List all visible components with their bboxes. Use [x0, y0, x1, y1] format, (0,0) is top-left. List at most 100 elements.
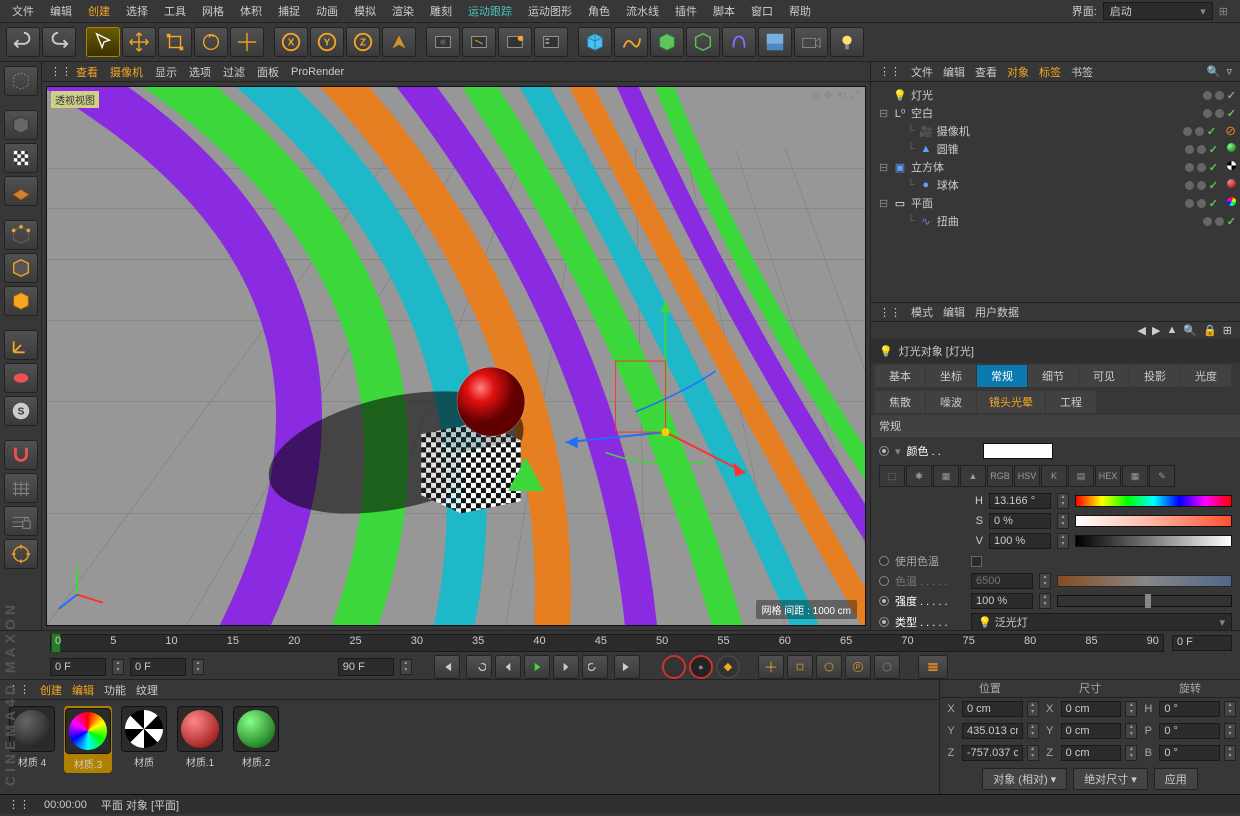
lock-workplane-button[interactable] — [4, 506, 38, 536]
object-row[interactable]: ⊟L⁰空白✓ — [871, 104, 1240, 122]
next-frame-button[interactable] — [553, 655, 579, 679]
visibility-check[interactable]: ✓ — [1207, 125, 1216, 138]
spinner[interactable]: ▴▾ — [400, 659, 412, 675]
menu-模拟[interactable]: 模拟 — [346, 1, 384, 21]
add-deformer-button[interactable] — [722, 27, 756, 57]
spinner[interactable]: ▴▾ — [1224, 701, 1236, 717]
mat-menu[interactable]: 创建 — [40, 682, 62, 698]
sat-field[interactable] — [989, 513, 1051, 529]
object-row[interactable]: └∿扭曲✓ — [871, 212, 1240, 230]
make-editable-button[interactable] — [4, 66, 38, 96]
layer-dot[interactable] — [1215, 109, 1224, 118]
grip-icon[interactable]: ⋮⋮ — [8, 798, 30, 811]
current-frame-field[interactable] — [50, 658, 106, 676]
render-view-button[interactable] — [426, 27, 460, 57]
locator-button[interactable] — [4, 539, 38, 569]
vp-menu-ProRender[interactable]: ProRender — [291, 66, 344, 78]
visibility-check[interactable]: ✓ — [1227, 89, 1236, 102]
coord-button[interactable]: 对象 (相对) ▾ — [982, 768, 1067, 790]
intensity-slider[interactable] — [1057, 595, 1232, 607]
color-mode-button[interactable]: HEX — [1095, 465, 1121, 487]
add-camera-button[interactable] — [794, 27, 828, 57]
material-item[interactable]: 材质.2 — [232, 706, 280, 769]
add-generator-button[interactable] — [650, 27, 684, 57]
menu-动画[interactable]: 动画 — [308, 1, 346, 21]
attr-tab[interactable]: 基本 — [875, 365, 925, 387]
points-mode-button[interactable] — [4, 220, 38, 250]
tag-icon[interactable]: ⊘ — [1225, 123, 1236, 139]
menu-体积[interactable]: 体积 — [232, 1, 270, 21]
spinner[interactable]: ▴▾ — [1125, 723, 1137, 739]
goto-start-button[interactable] — [434, 655, 460, 679]
vp-nav-icon[interactable]: ⟲ — [837, 89, 846, 102]
nav-back-icon[interactable]: ◀ — [1138, 324, 1146, 337]
visibility-check[interactable]: ✓ — [1209, 161, 1218, 174]
obj-tab[interactable]: 文件 — [911, 64, 933, 80]
mat-menu[interactable]: 编辑 — [72, 682, 94, 698]
snap-enable-button[interactable] — [4, 440, 38, 470]
spinner[interactable]: ▴▾ — [1057, 493, 1069, 509]
temp-ramp[interactable] — [1057, 575, 1232, 587]
coord-field[interactable] — [1061, 723, 1122, 739]
object-row[interactable]: └▲圆锥✓ — [871, 140, 1240, 158]
layer-dot[interactable] — [1185, 145, 1194, 154]
layer-dot[interactable] — [1203, 217, 1212, 226]
vp-nav-icon[interactable]: ✥ — [824, 89, 833, 102]
render-region-button[interactable] — [462, 27, 496, 57]
layer-dot[interactable] — [1183, 127, 1192, 136]
layer-dot[interactable] — [1185, 163, 1194, 172]
add-environment-button[interactable] — [758, 27, 792, 57]
key-param-button[interactable]: P — [845, 655, 871, 679]
object-row[interactable]: 💡灯光✓ — [871, 86, 1240, 104]
coord-field[interactable] — [1159, 745, 1220, 761]
workplane-mode-button[interactable] — [4, 176, 38, 206]
render-settings-button[interactable] — [534, 27, 568, 57]
goto-end-button[interactable] — [614, 655, 640, 679]
layout-icon[interactable]: ⊞ — [1219, 5, 1228, 18]
vp-menu-显示[interactable]: 显示 — [155, 64, 177, 80]
material-item[interactable]: 材质.3 — [64, 706, 112, 773]
color-mode-button[interactable]: ▤ — [1068, 465, 1094, 487]
val-field[interactable] — [989, 533, 1051, 549]
add-cube-button[interactable] — [578, 27, 612, 57]
coord-field[interactable] — [962, 745, 1023, 761]
texture-mode-button[interactable] — [4, 143, 38, 173]
object-row[interactable]: └●球体✓ — [871, 176, 1240, 194]
color-mode-button[interactable]: HSV — [1014, 465, 1040, 487]
menu-捕捉[interactable]: 捕捉 — [270, 1, 308, 21]
anim-radio[interactable] — [879, 556, 889, 566]
menu-插件[interactable]: 插件 — [667, 1, 705, 21]
object-row[interactable]: └🎥摄像机✓⊘ — [871, 122, 1240, 140]
anim-radio[interactable] — [879, 576, 889, 586]
color-mode-button[interactable]: ▦ — [1122, 465, 1148, 487]
attr-menu[interactable]: 编辑 — [943, 304, 965, 320]
spinner[interactable]: ▴▾ — [1039, 593, 1051, 609]
search-icon[interactable]: 🔍 — [1207, 65, 1221, 78]
visibility-check[interactable]: ✓ — [1227, 215, 1236, 228]
attr-tab[interactable]: 常规 — [977, 365, 1027, 387]
menu-角色[interactable]: 角色 — [580, 1, 618, 21]
spinner[interactable]: ▴▾ — [192, 659, 204, 675]
attr-tab[interactable]: 可见 — [1079, 365, 1129, 387]
lock-icon[interactable]: 🔒 — [1203, 324, 1217, 337]
spinner[interactable]: ▴▾ — [1027, 723, 1039, 739]
coord-system-toggle[interactable] — [382, 27, 416, 57]
add-spline-button[interactable] — [614, 27, 648, 57]
axis-toggle-button[interactable] — [4, 330, 38, 360]
color-anim-radio[interactable] — [879, 446, 889, 456]
timeline-end-field[interactable]: 0 F — [1172, 635, 1232, 651]
attr-menu[interactable]: 用户数据 — [975, 304, 1019, 320]
keyframe-sel-button[interactable]: ◆ — [716, 655, 740, 679]
spinner[interactable]: ▴▾ — [1224, 745, 1236, 761]
val-ramp[interactable] — [1075, 535, 1232, 547]
vp-menu-摄像机[interactable]: 摄像机 — [110, 64, 143, 80]
coord-field[interactable] — [962, 701, 1023, 717]
coord-field[interactable] — [962, 723, 1023, 739]
visibility-check[interactable]: ✓ — [1209, 143, 1218, 156]
rotate-tool[interactable] — [194, 27, 228, 57]
attr-tab[interactable]: 镜头光晕 — [977, 391, 1045, 413]
move-tool[interactable] — [122, 27, 156, 57]
grip-icon[interactable]: ⋮⋮ — [50, 65, 64, 79]
tag-icon[interactable] — [1227, 161, 1236, 173]
menu-脚本[interactable]: 脚本 — [705, 1, 743, 21]
